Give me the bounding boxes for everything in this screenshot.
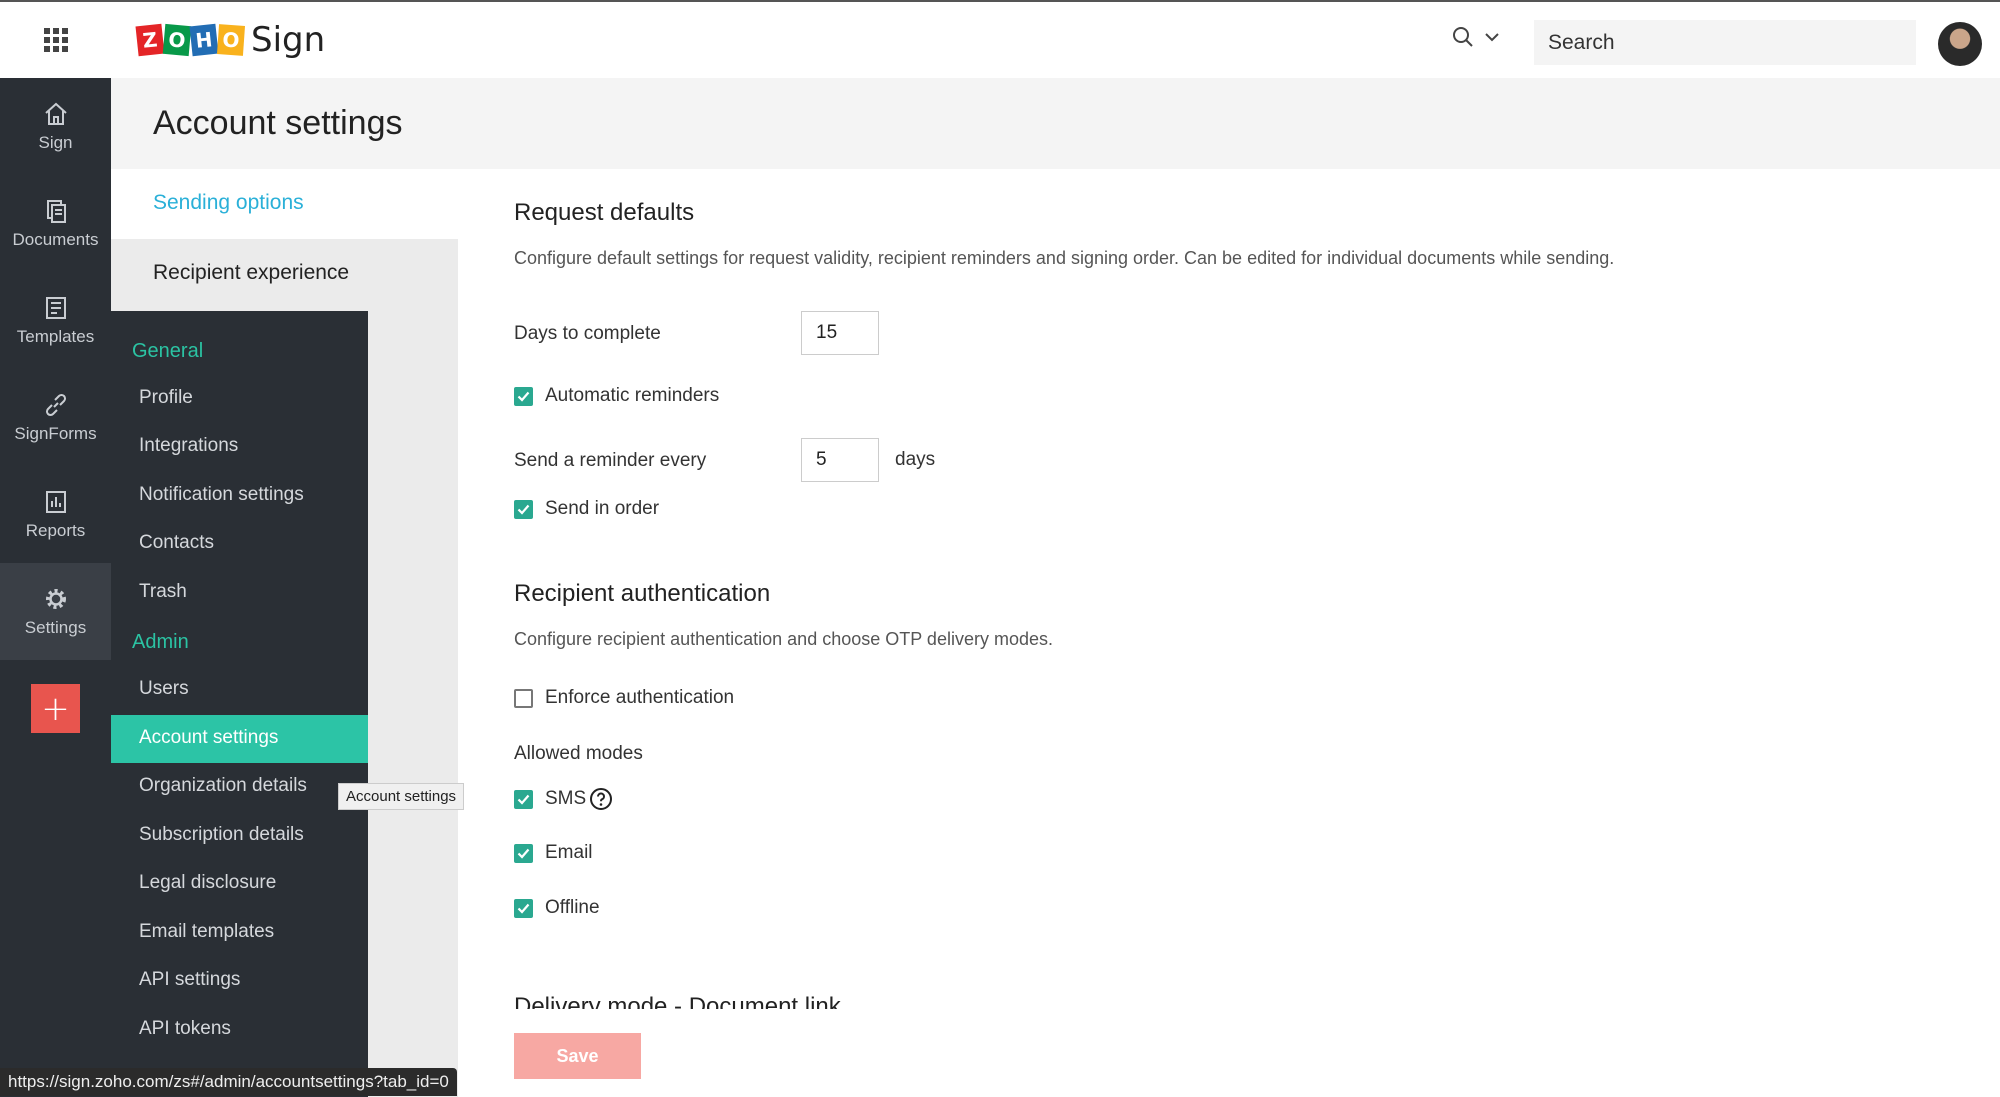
days-to-complete-input[interactable] [801, 311, 879, 355]
allowed-modes-label: Allowed modes [514, 743, 643, 764]
nav-item-templates[interactable]: Templates [0, 272, 111, 369]
menu-item-trash[interactable]: Trash [111, 569, 368, 617]
checkbox-checked-icon [514, 843, 533, 863]
tab-sending-options[interactable]: Sending options [111, 169, 458, 239]
search-input[interactable] [1548, 30, 1916, 55]
days-to-complete-label: Days to complete [514, 323, 661, 344]
reminder-interval-input[interactable] [801, 438, 879, 482]
menu-heading-general: General [132, 340, 204, 362]
documents-icon [46, 199, 66, 223]
logo-letter: Z [135, 23, 165, 57]
menu-item-api-settings[interactable]: API settings [111, 957, 368, 1005]
search-box[interactable] [1534, 20, 1916, 65]
section-title-delivery-mode: Delivery mode - Document link [514, 993, 841, 1009]
chevron-down-icon [1485, 33, 1499, 42]
nav-label: Templates [16, 326, 95, 346]
settings-menu: General Profile Integrations Notificatio… [111, 311, 368, 1097]
section-title-recipient-authentication: Recipient authentication [514, 580, 771, 607]
page-title: Account settings [153, 104, 403, 142]
menu-item-users[interactable]: Users [111, 666, 368, 714]
home-icon [44, 102, 67, 125]
menu-heading-admin: Admin [132, 631, 189, 653]
nav-item-signforms[interactable]: SignForms [0, 369, 111, 466]
logo-letter: O [216, 24, 246, 56]
menu-item-profile[interactable]: Profile [111, 375, 368, 423]
menu-item-subscription-details[interactable]: Subscription details [111, 812, 368, 860]
checkbox-label: SMS [545, 788, 587, 809]
help-icon[interactable] [589, 787, 613, 811]
reminder-interval-label: Send a reminder every [514, 450, 707, 471]
top-bar: Z O H O Sign [0, 0, 2000, 78]
link-icon [45, 393, 66, 416]
enforce-authentication-checkbox[interactable]: Enforce authentication [514, 687, 734, 709]
main-content: Request defaults Configure default setti… [514, 169, 2000, 1009]
nav-item-reports[interactable]: Reports [0, 466, 111, 563]
offline-mode-checkbox[interactable]: Offline [514, 897, 600, 919]
reminder-unit-label: days [895, 449, 936, 470]
gear-icon [45, 588, 66, 609]
checkbox-checked-icon [514, 898, 533, 918]
nav-item-documents[interactable]: Documents [0, 175, 111, 272]
add-button[interactable]: + [31, 684, 80, 733]
menu-item-account-settings[interactable]: Account settings [111, 715, 368, 763]
nav-label: Settings [24, 617, 87, 637]
nav-item-settings[interactable]: Settings [0, 563, 111, 660]
checkbox-checked-icon [514, 386, 533, 406]
checkbox-label: Email [545, 842, 593, 863]
automatic-reminders-checkbox[interactable]: Automatic reminders [514, 385, 719, 407]
left-nav: Sign Documents Templates SignForms Repor… [0, 78, 111, 1097]
menu-item-legal-disclosure[interactable]: Legal disclosure [111, 860, 368, 908]
menu-item-contacts[interactable]: Contacts [111, 520, 368, 568]
menu-item-integrations[interactable]: Integrations [111, 423, 368, 471]
section-title-request-defaults: Request defaults [514, 199, 695, 226]
section-description: Configure default settings for request v… [514, 248, 1615, 268]
search-icon [1453, 27, 1473, 47]
apps-grid-icon[interactable] [0, 2, 111, 78]
checkbox-checked-icon [514, 499, 533, 519]
reports-icon [45, 490, 66, 513]
menu-item-organization-details[interactable]: Organization details [111, 763, 368, 811]
nav-label: SignForms [14, 423, 97, 443]
logo-letter: H [189, 23, 219, 57]
menu-item-notification-settings[interactable]: Notification settings [111, 472, 368, 520]
nav-item-sign[interactable]: Sign [0, 78, 111, 175]
templates-icon [45, 296, 66, 319]
save-button[interactable]: Save [514, 1033, 641, 1079]
search-scope-dropdown[interactable] [1452, 26, 1500, 48]
email-mode-checkbox[interactable]: Email [514, 842, 593, 864]
checkbox-label: Automatic reminders [545, 385, 720, 406]
logo-letter: O [162, 23, 192, 57]
nav-label: Sign [38, 132, 73, 152]
logo-product-name: Sign [251, 20, 326, 60]
checkbox-label: Offline [545, 897, 600, 918]
send-in-order-checkbox[interactable]: Send in order [514, 498, 659, 520]
sms-mode-checkbox[interactable]: SMS [514, 787, 613, 811]
checkbox-label: Send in order [545, 498, 660, 519]
tooltip: Account settings [338, 783, 465, 810]
checkbox-checked-icon [514, 789, 533, 809]
menu-item-api-tokens[interactable]: API tokens [111, 1006, 368, 1054]
nav-label: Reports [25, 520, 86, 540]
section-description: Configure recipient authentication and c… [514, 629, 1053, 649]
page-header: Account settings [111, 78, 2000, 169]
checkbox-unchecked-icon [514, 688, 533, 708]
tab-recipient-experience[interactable]: Recipient experience [111, 239, 458, 309]
menu-item-email-templates[interactable]: Email templates [111, 909, 368, 957]
checkbox-label: Enforce authentication [545, 687, 735, 708]
zoho-sign-logo[interactable]: Z O H O Sign [135, 20, 326, 60]
avatar[interactable] [1938, 22, 1982, 66]
status-bar-url: https://sign.zoho.com/zs#/admin/accounts… [0, 1068, 457, 1096]
nav-label: Documents [12, 229, 99, 249]
